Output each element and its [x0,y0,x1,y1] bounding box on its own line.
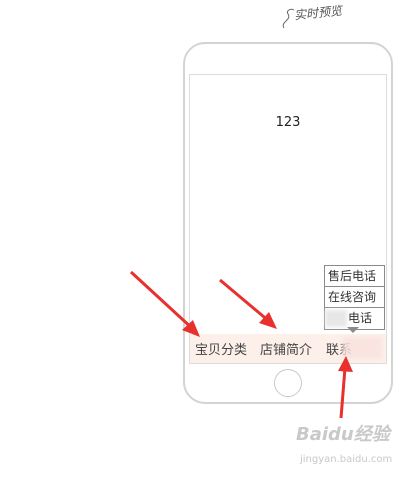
preview-note-text: 实时预览 [293,3,343,23]
watermark-url: jingyan.baidu.com [300,454,393,465]
menu-item-shop-intro[interactable]: 店铺简介 [260,339,312,358]
redacted-patch [325,310,347,327]
bottom-menu-bar: 宝贝分类 店铺简介 联系 [190,334,386,363]
contact-submenu: 售后电话 在线咨询 电话 [324,265,385,330]
submenu-item-label: 售后电话 [328,269,377,283]
redacted-patch [342,337,382,359]
home-button[interactable] [274,369,302,397]
watermark-logo: Baidu经验 [296,424,390,445]
canvas: 实时预览 123 售后电话 在线咨询 电话 宝贝分类 店铺简介 联系 Baidu… [0,0,412,480]
submenu-item-phone[interactable]: 电话 [325,308,384,329]
preview-note: 实时预览 [278,4,368,34]
submenu-item-label: 在线咨询 [328,290,377,304]
submenu-item-label: 电话 [348,311,373,325]
submenu-item-after-sales-phone[interactable]: 售后电话 [325,266,384,287]
menu-item-categories[interactable]: 宝贝分类 [195,339,247,358]
screen-content-text: 123 [275,115,301,130]
submenu-pointer [347,327,359,333]
submenu-item-online-consult[interactable]: 在线咨询 [325,287,384,308]
watermark: Baidu经验 jingyan.baidu.com [296,420,408,470]
